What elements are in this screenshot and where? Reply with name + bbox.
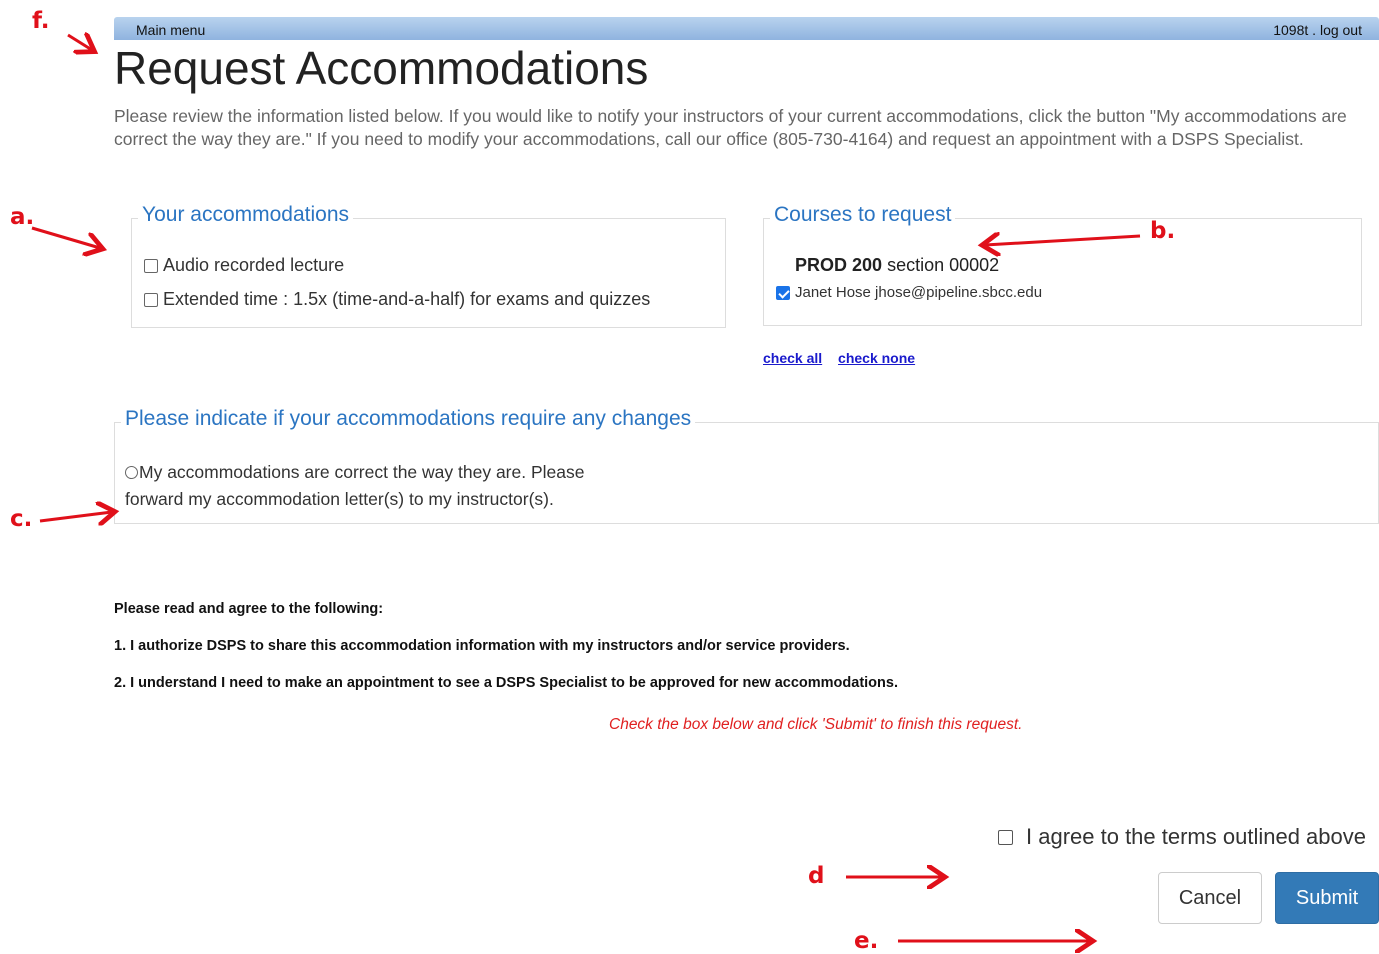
arrow-c — [39, 512, 112, 521]
annotation-arrows — [31, 0, 1141, 954]
arrow-b — [985, 236, 1141, 245]
arrow-f — [67, 35, 92, 50]
arrow-a — [31, 226, 100, 248]
